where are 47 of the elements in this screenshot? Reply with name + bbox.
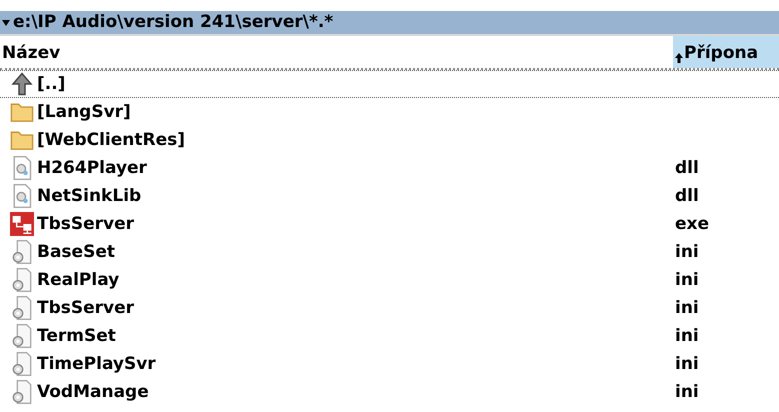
file-row[interactable]: NetSinkLib dll [0, 182, 779, 210]
file-name: TermSet [37, 328, 116, 344]
file-name: VodManage [37, 384, 149, 400]
file-extension: ini [674, 272, 699, 288]
file-name: BaseSet [37, 244, 115, 260]
sort-arrow-icon [675, 53, 683, 63]
file-row[interactable]: BaseSet ini [0, 238, 779, 266]
file-row[interactable]: RealPlay ini [0, 266, 779, 294]
file-name: [WebClientRes] [37, 132, 186, 148]
file-name: RealPlay [37, 272, 120, 288]
file-row[interactable]: TbsServer ini [0, 294, 779, 322]
file-row[interactable]: TimePlaySvr ini [0, 350, 779, 378]
column-header[interactable]: Přípona [673, 36, 779, 68]
file-name: TbsServer [37, 216, 134, 232]
file-extension: dll [674, 160, 699, 176]
file-row[interactable]: [..] [0, 70, 779, 98]
file-row[interactable]: [WebClientRes] [0, 126, 779, 154]
settings-file-icon [10, 268, 34, 292]
file-extension: ini [674, 328, 699, 344]
file-row[interactable]: H264Player dll [0, 154, 779, 182]
file-row[interactable]: [LangSvr] [0, 98, 779, 126]
settings-file-icon [10, 380, 34, 404]
file-row[interactable]: TbsServer exe [0, 210, 779, 238]
file-name: TimePlaySvr [37, 356, 156, 372]
settings-file-icon [10, 240, 34, 264]
file-extension: ini [674, 300, 699, 316]
file-name: H264Player [37, 160, 147, 176]
network-app-icon [10, 212, 34, 236]
file-extension: dll [674, 188, 699, 204]
path-text: e:\IP Audio\version 241\server\*.* [13, 14, 334, 31]
file-name: [..] [37, 76, 66, 92]
file-name: NetSinkLib [37, 188, 142, 204]
file-extension: ini [674, 384, 699, 400]
settings-file-icon [10, 296, 34, 320]
path-bar[interactable]: e:\IP Audio\version 241\server\*.* [0, 11, 779, 36]
file-name: [LangSvr] [37, 104, 131, 120]
column-header[interactable]: Název [0, 36, 673, 68]
file-extension: exe [674, 216, 710, 232]
file-row[interactable]: VodManage ini [0, 378, 779, 406]
dropdown-caret-icon [2, 20, 10, 26]
settings-file-icon [10, 352, 34, 376]
file-row[interactable]: TermSet ini [0, 322, 779, 350]
file-extension: ini [674, 356, 699, 372]
file-extension: ini [674, 244, 699, 260]
file-name: TbsServer [37, 300, 134, 316]
settings-file-icon [10, 324, 34, 348]
up-arrow-icon [10, 72, 34, 96]
